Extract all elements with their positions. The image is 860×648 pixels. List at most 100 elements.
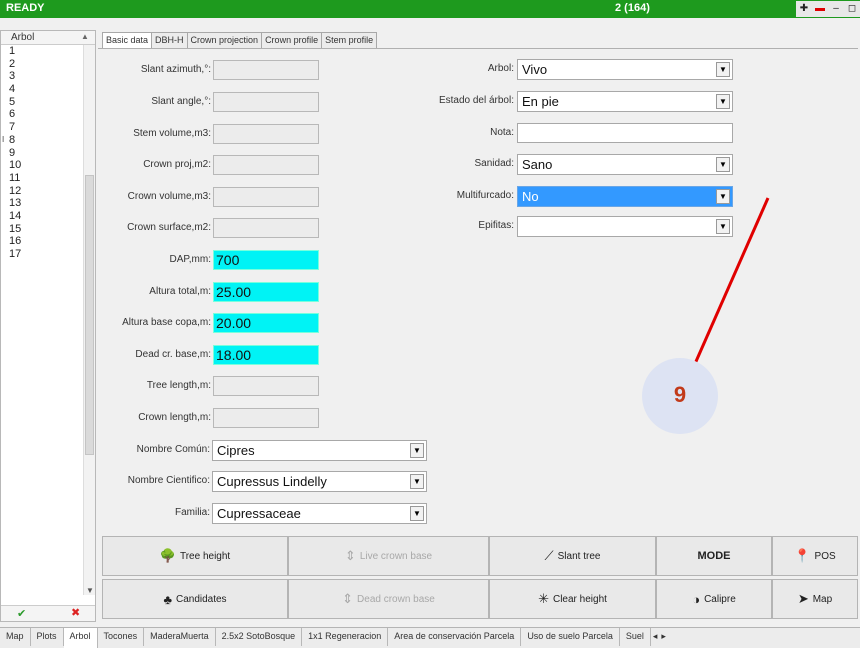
bottom-tab-2-5x2-sotobosque[interactable]: 2.5x2 SotoBosque <box>216 628 303 646</box>
list-item[interactable]: I8 <box>1 134 83 147</box>
button-label: Clear height <box>552 593 607 605</box>
status-combo[interactable]: ▼ <box>517 216 733 237</box>
list-item[interactable]: 16 <box>1 235 83 248</box>
sort-up-icon[interactable]: ▲ <box>81 32 89 41</box>
scroll-down-icon[interactable]: ▼ <box>86 586 94 595</box>
list-item[interactable]: 14 <box>1 210 83 223</box>
status-combo[interactable]: Vivo ▼ <box>517 59 733 80</box>
list-item-label: 12 <box>9 184 22 197</box>
bottom-tab-1x1-regeneracion[interactable]: 1x1 Regeneracion <box>302 628 389 646</box>
species-combo[interactable]: Cupressaceae ▼ <box>212 503 427 524</box>
list-item[interactable]: 7 <box>1 121 83 134</box>
clear-height-button[interactable]: ✳ Clear height <box>489 579 656 619</box>
tab-stem-profile[interactable]: Stem profile <box>321 32 378 48</box>
measurement-field[interactable] <box>213 376 319 396</box>
measurement-field[interactable] <box>213 155 319 175</box>
window-controls: ✚ ▬ – ◻ <box>796 1 860 17</box>
dead-crown-base-button[interactable]: ⇕ Dead crown base <box>288 579 489 619</box>
measurement-field[interactable] <box>213 408 319 428</box>
chevron-down-icon[interactable]: ▼ <box>410 443 424 458</box>
species-combo[interactable]: Cipres ▼ <box>212 440 427 461</box>
list-item[interactable]: 12 <box>1 185 83 198</box>
field-label: Altura total,m: <box>149 286 211 297</box>
list-item[interactable]: 9 <box>1 147 83 160</box>
dead-crown-base-icon: ⇕ <box>342 591 354 606</box>
measurement-field[interactable] <box>213 60 319 80</box>
status-combo[interactable]: No ▼ <box>517 186 733 207</box>
measurement-field[interactable] <box>213 218 319 238</box>
list-item[interactable]: 13 <box>1 197 83 210</box>
flag-icon[interactable]: ▬ <box>814 3 826 15</box>
measurement-field[interactable]: 25.00 <box>213 282 319 302</box>
chevron-down-icon[interactable]: ▼ <box>716 62 730 77</box>
map-button[interactable]: ➤ Map <box>772 579 858 619</box>
chevron-down-icon[interactable]: ▼ <box>716 189 730 204</box>
tab-crown-profile[interactable]: Crown profile <box>261 32 323 48</box>
bottom-tab-arbol[interactable]: Arbol <box>63 628 98 648</box>
bottom-tab-area-de-conservaci-n-parcela[interactable]: Area de conservación Parcela <box>388 628 522 646</box>
field-label: Sanidad: <box>474 158 514 169</box>
bottom-tab-maderamuerta[interactable]: MaderaMuerta <box>144 628 216 646</box>
bottom-tab-plots[interactable]: Plots <box>31 628 64 646</box>
status-combo[interactable]: En pie ▼ <box>517 91 733 112</box>
measurement-field[interactable] <box>213 124 319 144</box>
tree-list-header[interactable]: Arbol ▲ <box>1 31 95 45</box>
note-input[interactable] <box>517 123 733 143</box>
field-label: Arbol: <box>487 63 514 74</box>
list-item[interactable]: 3 <box>1 70 83 83</box>
calipre-button[interactable]: ◑ Calipre <box>656 579 772 619</box>
pos-button[interactable]: 📍 POS <box>772 536 858 576</box>
list-item[interactable]: 17 <box>1 248 83 261</box>
mode-button[interactable]: MODE <box>656 536 772 576</box>
list-item[interactable]: 1 <box>1 45 83 58</box>
field-label: DAP,mm: <box>169 254 212 265</box>
measurement-field[interactable] <box>213 187 319 207</box>
pin-icon[interactable]: ✚ <box>798 3 810 15</box>
list-item-label: 15 <box>9 222 22 235</box>
chevron-down-icon[interactable]: ▼ <box>410 474 424 489</box>
bottom-tab-strip: Map Plots Arbol Tocones MaderaMuerta 2.5x2 So… <box>0 627 860 648</box>
chevron-down-icon[interactable]: ▼ <box>716 157 730 172</box>
scrollbar-thumb[interactable] <box>85 175 94 455</box>
measurement-field[interactable]: 18.00 <box>213 345 319 365</box>
tree-list-scrollbar[interactable]: ▼ <box>83 45 95 595</box>
list-item[interactable]: 4 <box>1 83 83 96</box>
live-crown-base-button[interactable]: ⇕ Live crown base <box>288 536 489 576</box>
tree-height-button[interactable]: 🌳 Tree height <box>102 536 288 576</box>
list-item[interactable]: 5 <box>1 96 83 109</box>
chevron-down-icon[interactable]: ▼ <box>716 94 730 109</box>
chevron-down-icon[interactable]: ▼ <box>410 506 424 521</box>
chevron-down-icon[interactable]: ▼ <box>716 219 730 234</box>
bottom-tab-tocones[interactable]: Tocones <box>98 628 145 646</box>
list-item[interactable]: 6 <box>1 108 83 121</box>
list-item-label: 16 <box>9 235 22 248</box>
measurement-field[interactable]: 20.00 <box>213 313 319 333</box>
measurement-field[interactable] <box>213 92 319 112</box>
bottom-tab-uso-de-suelo-parcela[interactable]: Uso de suelo Parcela <box>521 628 620 646</box>
status-combo[interactable]: Sano ▼ <box>517 154 733 175</box>
measurement-field[interactable]: 700 <box>213 250 319 270</box>
list-item[interactable]: 15 <box>1 223 83 236</box>
combo-value: En pie <box>522 94 559 109</box>
list-item[interactable]: 11 <box>1 172 83 185</box>
confirm-icon[interactable]: ✔ <box>17 607 26 620</box>
list-item-label: 5 <box>9 95 16 108</box>
scroll-left-icon[interactable]: ◂ <box>651 628 660 646</box>
tree-list-panel: Arbol ▲ 1 2 3 4 5 6 7 I 8 9 10 11 12 13 14 15 16 17 ▼ ✔ ✖ <box>0 30 96 622</box>
tab-crown-projection[interactable]: Crown projection <box>186 32 263 48</box>
combo-value: Cupressaceae <box>217 506 301 521</box>
pos-pin-icon: 📍 <box>794 548 811 563</box>
slant-tree-button[interactable]: ⟋ Slant tree <box>489 536 656 576</box>
delete-icon[interactable]: ✖ <box>71 606 80 619</box>
bottom-tab-map[interactable]: Map <box>0 628 31 646</box>
species-combo[interactable]: Cupressus Lindelly ▼ <box>212 471 427 492</box>
candidates-button[interactable]: ♣ Candidates <box>102 579 288 619</box>
bottom-tab-suel[interactable]: Suel <box>620 628 651 646</box>
tab-basic-data[interactable]: Basic data <box>102 32 153 49</box>
scroll-right-icon[interactable]: ▸ <box>659 628 668 646</box>
list-item[interactable]: 2 <box>1 58 83 71</box>
tab-dbh-h[interactable]: DBH-H <box>151 32 188 48</box>
list-item[interactable]: 10 <box>1 159 83 172</box>
minimize-icon[interactable]: – <box>830 3 842 15</box>
restore-icon[interactable]: ◻ <box>846 3 858 15</box>
